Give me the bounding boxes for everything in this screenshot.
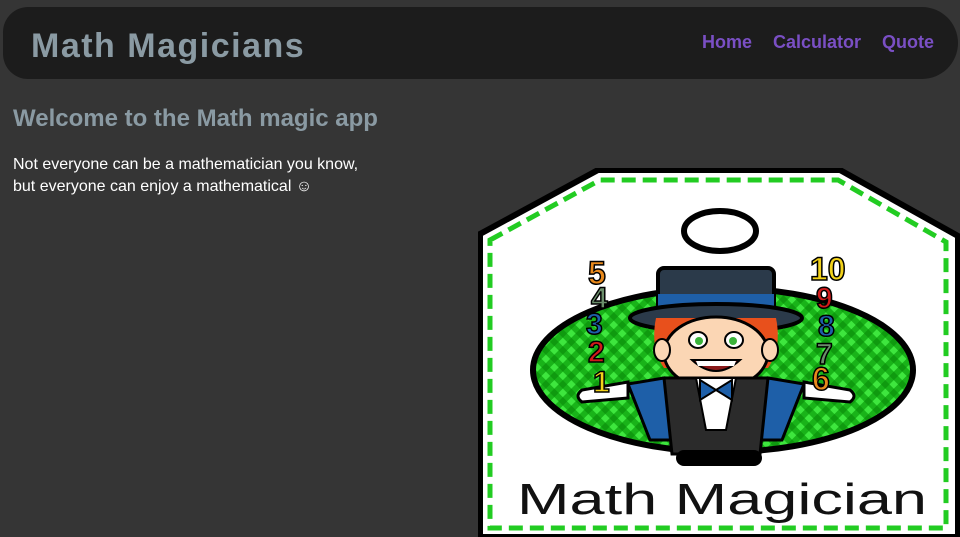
tag-hole — [681, 208, 759, 254]
intro-text: Not everyone can be a mathematician you … — [13, 154, 413, 198]
number-6: 6 — [812, 361, 830, 397]
navbar: Math Magicians Home Calculator Quote — [3, 7, 958, 79]
illustration-caption: Math Magician — [517, 475, 927, 524]
nav-links: Home Calculator Quote — [702, 33, 934, 51]
math-magician-illustration: 5 4 3 2 1 10 9 8 7 6 Math Magician — [478, 168, 960, 537]
intro-line-2: but everyone can enjoy a mathematical ☺ — [13, 178, 313, 195]
welcome-heading: Welcome to the Math magic app — [13, 105, 378, 132]
nav-link-calculator[interactable]: Calculator — [773, 33, 861, 51]
number-2: 2 — [588, 336, 605, 369]
number-1: 1 — [593, 366, 610, 399]
nav-link-home[interactable]: Home — [702, 33, 752, 51]
nav-link-quote[interactable]: Quote — [882, 33, 934, 51]
intro-line-1: Not everyone can be a mathematician you … — [13, 156, 359, 173]
app-title: Math Magicians — [31, 27, 306, 65]
